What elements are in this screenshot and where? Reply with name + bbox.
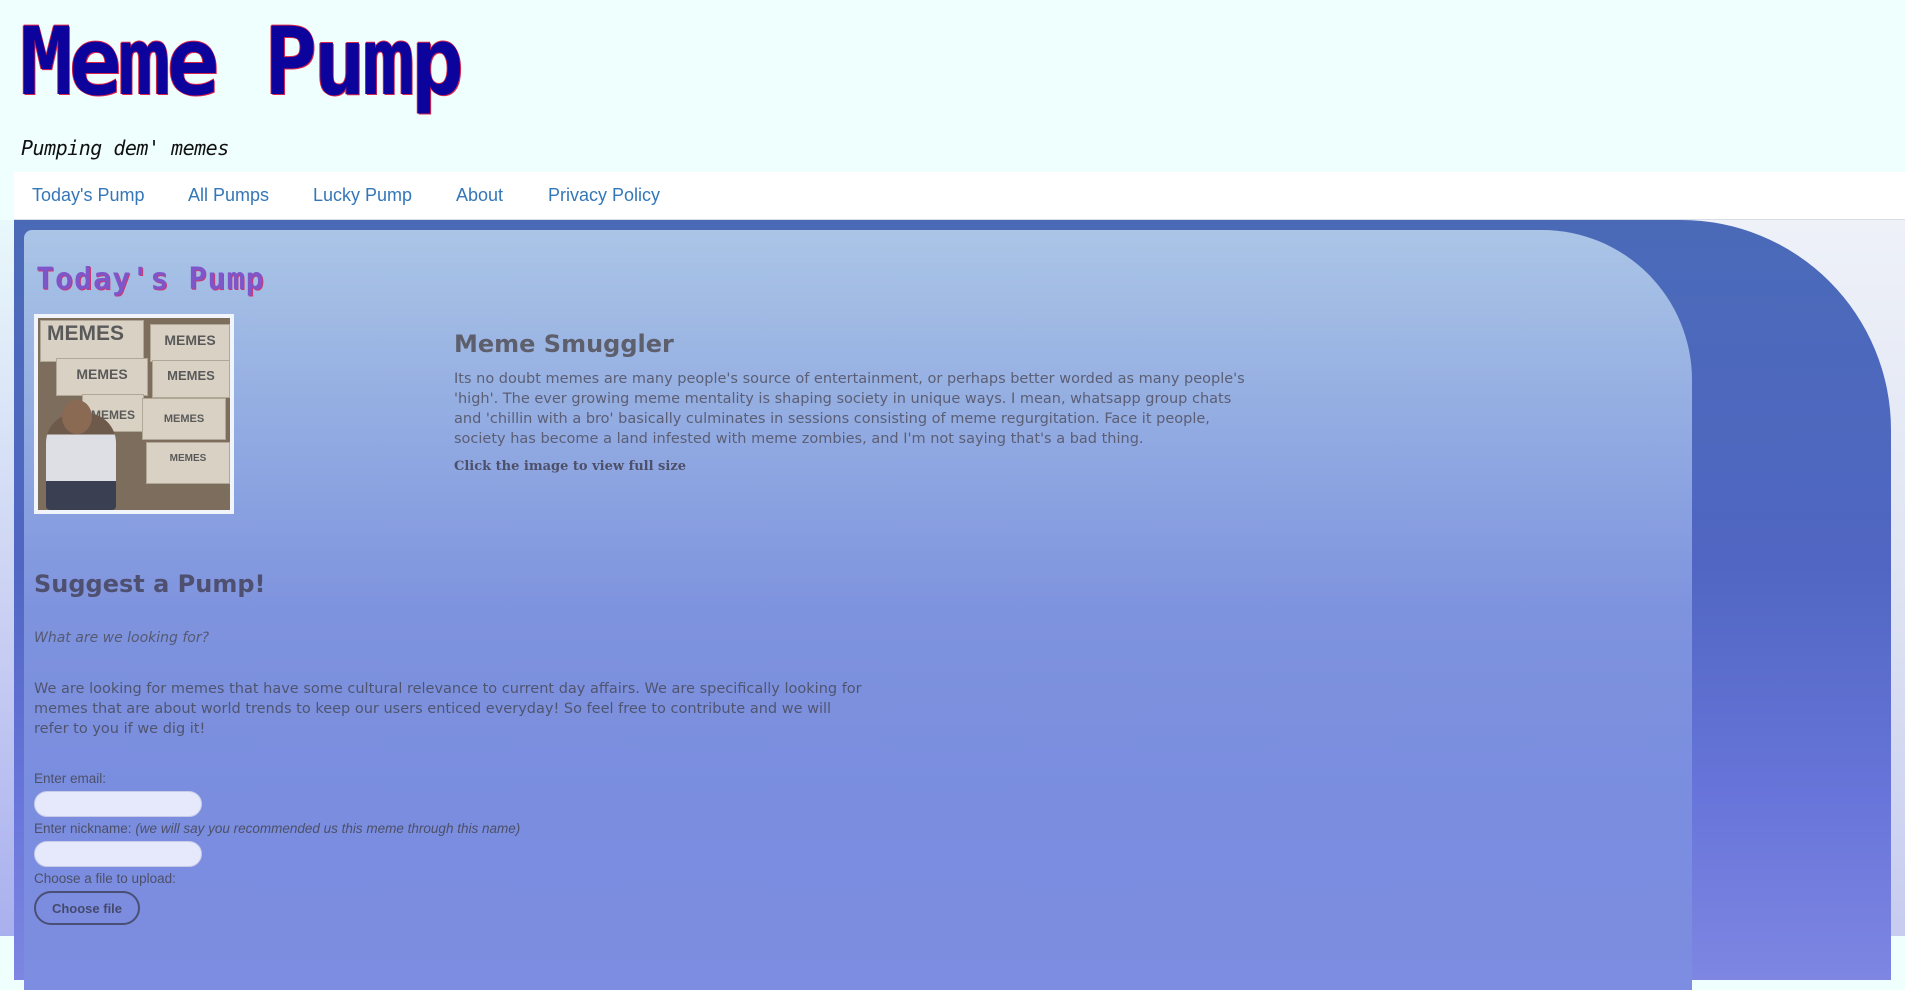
nickname-label-text: Enter nickname: <box>34 821 132 836</box>
content-panel <box>24 230 1692 990</box>
nav-item-todays-pump[interactable]: Today's Pump <box>32 185 145 206</box>
view-full-size-hint: Click the image to view full size <box>454 459 686 474</box>
post-title: Meme Smuggler <box>454 330 674 358</box>
meme-image-person-head <box>62 400 92 434</box>
email-label: Enter email: <box>34 771 107 786</box>
file-upload-label: Choose a file to upload: <box>34 871 176 886</box>
meme-image-sack: MEMES <box>142 398 226 440</box>
nav-item-privacy-policy[interactable]: Privacy Policy <box>548 185 660 206</box>
meme-image-sack: MEMES <box>152 360 230 398</box>
nav-item-about[interactable]: About <box>456 185 503 206</box>
suggest-description: We are looking for memes that have some … <box>34 681 862 737</box>
nav-item-all-pumps[interactable]: All Pumps <box>188 185 269 206</box>
nav-item-lucky-pump[interactable]: Lucky Pump <box>313 185 412 206</box>
section-title: Today's Pump <box>36 262 265 297</box>
site-tagline: Pumping dem' memes <box>21 136 229 160</box>
site-title[interactable]: Meme Pump <box>20 8 464 118</box>
nickname-field[interactable] <box>34 841 202 867</box>
site-header: Meme Pump Pumping dem' memes <box>0 0 1905 170</box>
choose-file-button[interactable]: Choose file <box>34 891 140 925</box>
nickname-note: (we will say you recommended us this mem… <box>135 821 521 836</box>
nickname-label: Enter nickname: (we will say you recomme… <box>34 821 520 836</box>
main-nav: Today's Pump All Pumps Lucky Pump About … <box>14 172 1905 220</box>
post-description: Its no doubt memes are many people's sou… <box>454 371 1245 447</box>
suggest-title: Suggest a Pump! <box>34 570 266 598</box>
left-background-strip <box>0 220 14 936</box>
email-field[interactable] <box>34 791 202 817</box>
meme-image-sack: MEMES <box>146 442 230 484</box>
meme-image-sack: MEMES <box>56 358 148 396</box>
meme-image-sack: MEMES <box>150 324 230 362</box>
meme-thumbnail[interactable]: MEMES MEMES MEMES MEMES MEMES MEMES MEME… <box>34 314 234 514</box>
suggest-question: What are we looking for? <box>34 630 210 646</box>
meme-image-sack: MEMES <box>40 320 144 362</box>
